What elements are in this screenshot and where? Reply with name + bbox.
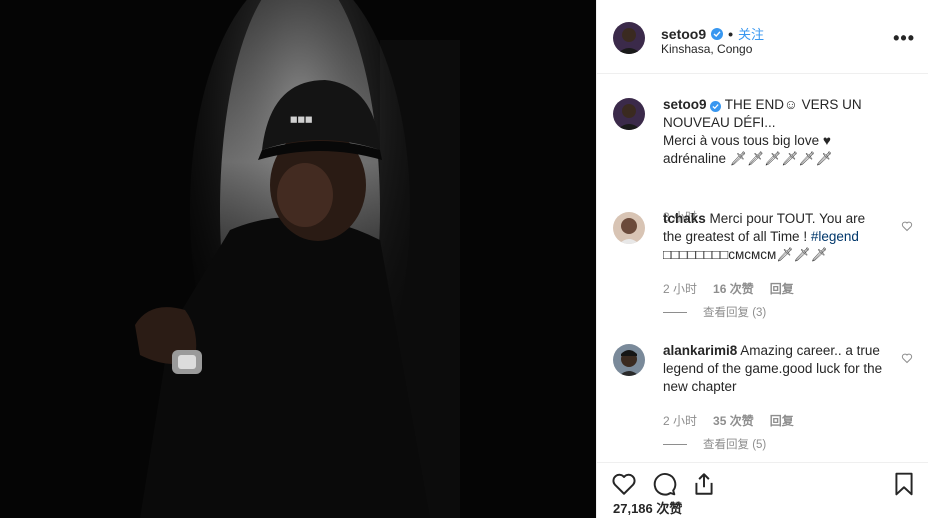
view-replies-label: 查看回复 (5)	[703, 439, 767, 451]
comment-bubble-icon[interactable]	[651, 471, 677, 497]
comment-username[interactable]: alankarimi8	[663, 343, 737, 358]
verified-badge-icon	[711, 27, 724, 40]
username-link[interactable]: setoo9	[661, 26, 706, 42]
timestamp[interactable]: 2 小时	[663, 280, 697, 297]
caption-text: setoo9 THE END☺ VERS UN NOUVEAU DÉFI... …	[663, 96, 883, 168]
like-count[interactable]: 16 次赞	[713, 280, 754, 297]
comments-section: setoo9 THE END☺ VERS UN NOUVEAU DÉFI... …	[597, 74, 928, 462]
avatar[interactable]	[613, 344, 645, 376]
avatar[interactable]	[613, 22, 645, 54]
bookmark-icon[interactable]	[891, 471, 917, 497]
replies-divider	[663, 443, 687, 445]
comment-meta: 2 小时 16 次赞 回复	[663, 280, 794, 297]
heart-icon[interactable]	[611, 471, 637, 497]
verified-badge-icon	[710, 101, 722, 112]
avatar-image	[613, 22, 645, 54]
like-count[interactable]: 35 次赞	[713, 412, 754, 429]
avatar[interactable]	[613, 98, 645, 130]
post-image: ◼◼◼	[0, 0, 596, 518]
comment-content: □□□□□□□□cмcмcм🗡🗡🗡	[663, 247, 828, 262]
post-header: setoo9 • 关注 Kinshasa, Congo •••	[597, 0, 928, 74]
caption-username[interactable]: setoo9	[663, 97, 707, 112]
share-icon[interactable]	[691, 471, 717, 497]
comment-username[interactable]: tchaks	[663, 211, 706, 226]
view-replies-button[interactable]: 查看回复 (5)	[663, 436, 766, 452]
separator-dot: •	[728, 25, 734, 42]
timestamp[interactable]: 2 小时	[663, 412, 697, 429]
location-link[interactable]: Kinshasa, Congo	[661, 42, 752, 56]
post-panel: setoo9 • 关注 Kinshasa, Congo ••• setoo9 T…	[596, 0, 928, 518]
caption-line: NOUVEAU DÉFI...	[663, 115, 776, 130]
reply-button[interactable]: 回复	[770, 412, 794, 429]
heart-icon[interactable]	[901, 352, 913, 364]
heart-icon[interactable]	[901, 220, 913, 232]
follow-button[interactable]: 关注	[738, 24, 764, 43]
view-replies-label: 查看回复 (3)	[703, 307, 767, 319]
svg-text:◼◼◼: ◼◼◼	[290, 114, 312, 124]
avatar-image	[613, 98, 645, 130]
post-photo[interactable]: ◼◼◼	[0, 0, 596, 518]
more-options-icon[interactable]: •••	[893, 28, 915, 49]
likes-count[interactable]: 27,186 次赞	[613, 498, 682, 517]
view-replies-button[interactable]: 查看回复 (3)	[663, 304, 766, 320]
comment-text: tchaks Merci pour TOUT. You are the grea…	[663, 210, 883, 264]
reply-button[interactable]: 回复	[770, 280, 794, 297]
comment-meta: 2 小时 35 次赞 回复	[663, 412, 794, 429]
hashtag-link[interactable]: #legend	[811, 229, 859, 244]
header-user: setoo9 • 关注	[661, 24, 764, 43]
action-bar	[597, 462, 928, 500]
replies-divider	[663, 311, 687, 313]
caption-line: adrénaline 🗡🗡🗡🗡🗡🗡	[663, 151, 833, 166]
avatar-image	[613, 212, 645, 244]
comment-text: alankarimi8 Amazing career.. a true lege…	[663, 342, 883, 396]
avatar-image	[613, 344, 645, 376]
caption-line: THE END☺ VERS UN	[724, 97, 862, 112]
caption-line: Merci à vous tous big love ♥	[663, 133, 831, 148]
avatar[interactable]	[613, 212, 645, 244]
